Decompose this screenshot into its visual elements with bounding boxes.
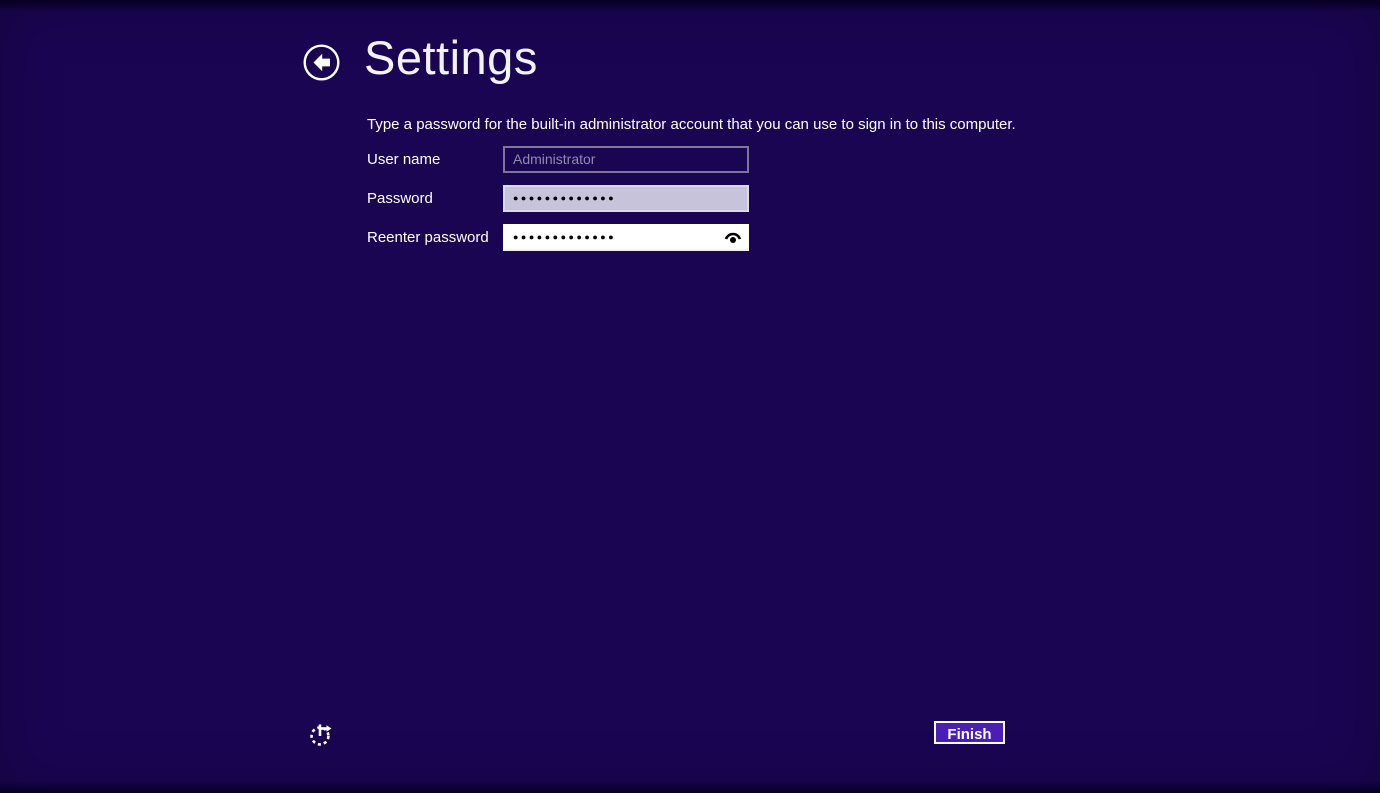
oobe-settings-screen: Settings Type a password for the built-i… [0, 0, 1380, 793]
password-input[interactable]: ●●●●●●●●●●●●● [503, 185, 749, 212]
password-reveal-eye-icon [724, 232, 742, 243]
username-placeholder: Administrator [513, 151, 596, 167]
page-description: Type a password for the built-in adminis… [367, 116, 1016, 133]
username-input: Administrator [503, 146, 749, 173]
password-mask: ●●●●●●●●●●●●● [513, 193, 617, 203]
username-label: User name [367, 151, 441, 168]
reenter-password-input[interactable]: ●●●●●●●●●●●●● [503, 224, 749, 251]
password-reveal-button[interactable] [724, 230, 742, 245]
progress-spinner-icon [308, 721, 334, 748]
reenter-password-label: Reenter password [367, 229, 489, 246]
back-arrow-icon [303, 44, 340, 81]
finish-button[interactable]: Finish [934, 721, 1005, 744]
reenter-password-mask: ●●●●●●●●●●●●● [513, 232, 617, 242]
page-title: Settings [364, 31, 538, 84]
back-button[interactable] [303, 44, 340, 81]
password-label: Password [367, 190, 433, 207]
